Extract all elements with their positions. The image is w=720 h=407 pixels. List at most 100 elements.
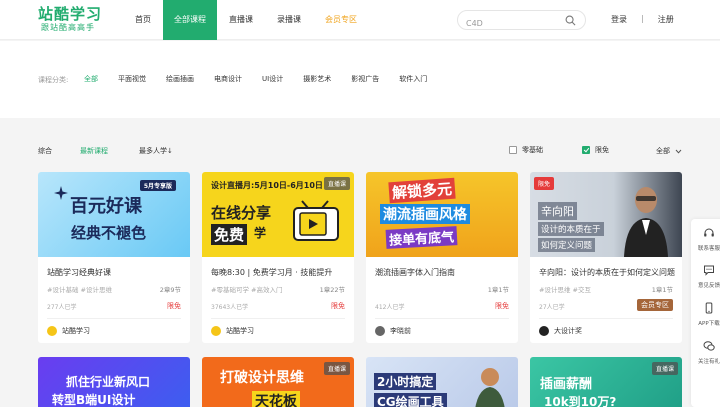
category-photography[interactable]: 摄影艺术 xyxy=(303,74,331,84)
chevron-down-icon xyxy=(675,149,682,154)
top-header: 站酷学习 跟站酷高高手 首页 全部课程 直播课 录播课 会员专区 登录 | 注册 xyxy=(0,0,720,40)
category-ecommerce[interactable]: 电商设计 xyxy=(214,74,242,84)
category-graphic[interactable]: 平面视觉 xyxy=(118,74,146,84)
right-float-bar: 联系客服 意见反馈 APP下载 关注有礼 xyxy=(691,219,720,407)
sort-comprehensive[interactable]: 综合 xyxy=(38,146,52,156)
thumb-free-text: 免费 xyxy=(211,224,248,245)
logo[interactable]: 站酷学习 跟站酷高高手 xyxy=(38,6,108,36)
learner-count: 277人已学 xyxy=(47,304,77,311)
thumb-headline: 抓住行业新风口 xyxy=(66,375,151,389)
thumb-subline: 经典不褪色 xyxy=(71,224,147,242)
logo-text: 站酷学习 xyxy=(38,5,103,23)
thumb-headline: 打破设计思维 xyxy=(220,370,304,386)
auth-separator: | xyxy=(641,14,644,23)
course-author[interactable]: 李晓前 xyxy=(375,326,411,336)
thumb-headline: 插画薪酬 xyxy=(540,377,593,392)
category-film[interactable]: 影视广告 xyxy=(351,74,379,84)
learner-count: 412人已学 xyxy=(375,304,405,311)
nav-vip[interactable]: 会员专区 xyxy=(313,0,369,40)
card-divider xyxy=(211,318,345,319)
course-title[interactable]: 潮流插画字体入门指南 xyxy=(375,267,511,278)
float-app-download[interactable]: APP下载 xyxy=(691,302,720,327)
phone-icon xyxy=(705,302,713,314)
avatar xyxy=(539,326,549,336)
filter-dropdown[interactable]: 全部 xyxy=(656,146,682,156)
course-tags: #设计基础 #设计思维 xyxy=(47,286,112,294)
sort-most-label: 最多人学 xyxy=(139,147,167,155)
course-card[interactable]: 辛向阳 设计的本质在于 如何定义问题 限免 辛向阳：设计的本质在于如何定义问题 … xyxy=(530,172,682,343)
sort-row: 综合 最新课程 最多人学↓ 零基础 限免 全部 xyxy=(0,141,720,161)
search-icon[interactable] xyxy=(565,15,576,26)
live-badge: 直播课 xyxy=(651,362,678,375)
nav-home[interactable]: 首页 xyxy=(123,0,163,40)
nav-live[interactable]: 直播课 xyxy=(217,0,265,40)
category-ui[interactable]: UI设计 xyxy=(262,74,283,84)
course-lessons: 2章9节 xyxy=(159,286,181,294)
thumb-headline: 百元好课 xyxy=(70,196,142,217)
category-all[interactable]: 全部 xyxy=(84,74,98,84)
course-thumbnail[interactable]: 辛向阳 设计的本质在于 如何定义问题 限免 xyxy=(530,172,682,257)
free-badge: 限免 xyxy=(495,302,509,310)
course-card[interactable]: 插画薪酬 10k到10万? 直播课 xyxy=(530,357,682,407)
course-card[interactable]: 5月专享版 百元好课 经典不褪色 站酷学习经典好课 #设计基础 #设计思维 2章… xyxy=(38,172,190,343)
nav-recorded[interactable]: 录播课 xyxy=(265,0,313,40)
filter-free[interactable]: 限免 xyxy=(582,145,609,155)
course-author[interactable]: 大设计奖 xyxy=(539,326,582,336)
course-title[interactable]: 每晚8:30 | 免费学习月 · 技能提升 xyxy=(211,267,347,278)
free-thumb-badge: 限免 xyxy=(534,177,555,190)
thumb-line: 10k到10万? xyxy=(544,395,617,407)
thumb-line: 设计的本质在于 xyxy=(538,222,604,236)
beginner-label: 零基础 xyxy=(522,146,543,154)
login-link[interactable]: 登录 xyxy=(611,14,627,25)
register-link[interactable]: 注册 xyxy=(658,14,674,25)
course-author[interactable]: 站酷学习 xyxy=(47,326,90,336)
course-lessons: 1章1节 xyxy=(651,286,673,294)
card-divider xyxy=(375,318,509,319)
float-label: APP下载 xyxy=(698,321,720,327)
float-follow[interactable]: 关注有礼 xyxy=(691,340,720,365)
course-tags: #零基础可学 #高效入门 xyxy=(211,286,283,294)
filter-beginner[interactable]: 零基础 xyxy=(509,145,543,155)
avatar xyxy=(211,326,221,336)
author-name: 李晓前 xyxy=(390,327,411,335)
category-label: 课程分类: xyxy=(38,76,69,84)
category-illustration[interactable]: 绘画插画 xyxy=(166,74,194,84)
thumb-line: 在线分享 xyxy=(211,204,272,222)
search-box xyxy=(457,10,586,33)
course-thumbnail[interactable]: 解锁多元 潮流插画风格 接单有底气 xyxy=(366,172,518,257)
thumb-name: 辛向阳 xyxy=(538,202,577,220)
course-card[interactable]: 解锁多元 潮流插画风格 接单有底气 潮流插画字体入门指南 1章1节 412人已学… xyxy=(366,172,518,343)
avatar xyxy=(47,326,57,336)
search-input[interactable] xyxy=(458,14,558,33)
float-label: 关注有礼 xyxy=(697,359,720,365)
sort-most-learned[interactable]: 最多人学↓ xyxy=(139,146,173,156)
course-title[interactable]: 站酷学习经典好课 xyxy=(47,267,183,278)
category-bar: 课程分类: 全部 平面视觉 绘画插画 电商设计 UI设计 摄影艺术 影视广告 软… xyxy=(0,41,720,118)
sort-newest[interactable]: 最新课程 xyxy=(80,146,108,156)
course-thumbnail[interactable]: 设计直播月:5月10日-6月10日 在线分享 免费 学 直播课 xyxy=(202,172,354,257)
category-software[interactable]: 软件入门 xyxy=(399,74,427,84)
course-card[interactable]: 打破设计思维 天花板 直播课 xyxy=(202,357,354,407)
author-name: 大设计奖 xyxy=(554,327,582,335)
course-card[interactable]: 抓住行业新风口 转型B端UI设计 xyxy=(38,357,190,407)
character-figure xyxy=(475,368,505,407)
course-card[interactable]: 2小时搞定 CG绘画工具 xyxy=(366,357,518,407)
float-customer-service[interactable]: 联系客服 xyxy=(691,227,720,252)
nav-all-courses[interactable]: 全部课程 xyxy=(163,0,217,40)
speaker-portrait xyxy=(624,187,668,257)
author-name: 站酷学习 xyxy=(226,327,254,335)
course-card[interactable]: 设计直播月:5月10日-6月10日 在线分享 免费 学 直播课 每晚8:30 |… xyxy=(202,172,354,343)
headset-icon xyxy=(704,228,714,237)
dropdown-value: 全部 xyxy=(656,147,670,155)
beginner-checkbox[interactable] xyxy=(509,146,517,154)
free-checkbox[interactable] xyxy=(582,146,590,154)
course-title[interactable]: 辛向阳：设计的本质在于如何定义问题 xyxy=(539,267,675,278)
float-feedback[interactable]: 意见反馈 xyxy=(691,264,720,289)
thumb-line: 天花板 xyxy=(252,391,300,407)
course-thumbnail[interactable]: 5月专享版 百元好课 经典不褪色 xyxy=(38,172,190,257)
vip-badge: 会员专区 xyxy=(637,299,673,311)
course-author[interactable]: 站酷学习 xyxy=(211,326,254,336)
thumb-line: CG绘画工具 xyxy=(374,393,447,407)
avatar xyxy=(375,326,385,336)
tv-icon xyxy=(293,200,339,241)
